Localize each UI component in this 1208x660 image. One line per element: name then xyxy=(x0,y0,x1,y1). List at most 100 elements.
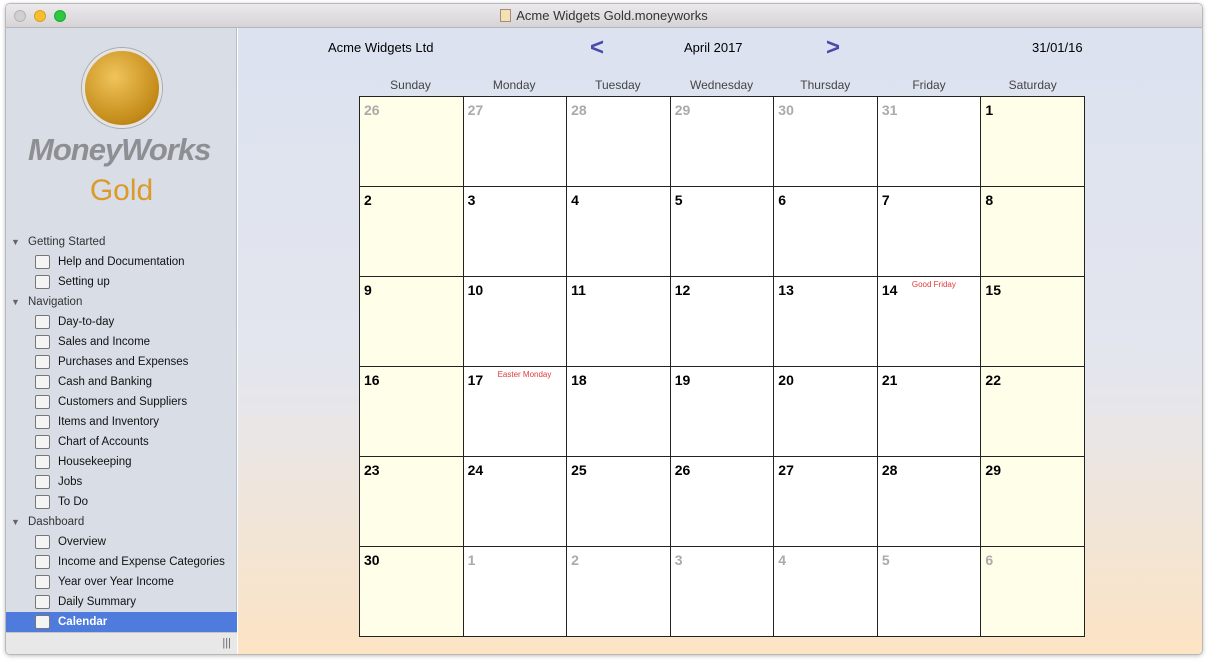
section-dashboard[interactable]: ▼ Dashboard xyxy=(6,512,237,532)
calendar-day-cell[interactable]: 27 xyxy=(463,97,567,186)
calendar-day-cell[interactable]: 12 xyxy=(670,277,774,366)
previous-month-button[interactable]: < xyxy=(590,34,604,62)
calendar-day-cell[interactable]: 24 xyxy=(463,457,567,546)
logo-brand: MoneyWorks xyxy=(28,132,211,167)
calendar-day-cell[interactable]: 28 xyxy=(877,457,981,546)
sidebar-item-label: Setting up xyxy=(58,276,110,288)
calendar-day-cell[interactable]: 5 xyxy=(670,187,774,276)
calendar-day-cell[interactable]: 21 xyxy=(877,367,981,456)
day-number: 27 xyxy=(778,462,794,478)
calendar-day-cell[interactable]: 15 xyxy=(981,277,1084,366)
sidebar-item-overview[interactable]: Overview xyxy=(6,532,237,552)
calendar-day-cell[interactable]: 30 xyxy=(774,97,877,186)
section-navigation[interactable]: ▼ Navigation xyxy=(6,292,237,312)
disclosure-triangle-icon[interactable]: ▼ xyxy=(11,512,20,532)
sidebar-resize-handle[interactable]: ||| xyxy=(6,632,237,654)
sidebar-item-label: Items and Inventory xyxy=(58,416,159,428)
sidebar-item-daily-summary[interactable]: Daily Summary xyxy=(6,592,237,612)
sidebar-item-year-over-year-income[interactable]: Year over Year Income xyxy=(6,572,237,592)
logo-edition: Gold xyxy=(89,174,154,207)
day-number: 2 xyxy=(571,552,579,568)
zoom-button[interactable] xyxy=(54,10,66,22)
chart-icon xyxy=(35,555,50,569)
sidebar-item-calendar[interactable]: Calendar xyxy=(6,612,237,632)
minimize-button[interactable] xyxy=(34,10,46,22)
day-number: 29 xyxy=(674,102,691,118)
close-button[interactable] xyxy=(14,10,26,22)
calendar-day-cell[interactable]: 25 xyxy=(567,457,670,546)
calendar-day-cell[interactable]: 6 xyxy=(981,547,1084,636)
calendar-view: Acme Widgets Ltd < April 2017 > 31/01/16… xyxy=(238,28,1202,654)
calendar-day-cell[interactable]: 8 xyxy=(981,187,1084,276)
disclosure-triangle-icon[interactable]: ▼ xyxy=(11,292,20,312)
next-month-button[interactable]: > xyxy=(826,34,840,62)
sidebar-item-income-and-expense-categories[interactable]: Income and Expense Categories xyxy=(6,552,237,572)
day-number: 16 xyxy=(364,372,380,388)
disclosure-triangle-icon[interactable]: ▼ xyxy=(11,232,20,252)
calendar-day-cell[interactable]: 22 xyxy=(981,367,1084,456)
sidebar-item-customers-and-suppliers[interactable]: Customers and Suppliers xyxy=(6,392,237,412)
calendar-day-cell[interactable]: 3 xyxy=(670,547,774,636)
calendar-day-cell[interactable]: 29 xyxy=(981,457,1084,546)
calendar-day-cell[interactable]: 14 Good Friday xyxy=(877,277,981,366)
sidebar: MoneyWorks Gold ▼ Getting Started Help and… xyxy=(6,28,237,654)
calendar-day-cell[interactable]: 6 xyxy=(774,187,877,276)
calendar-day-cell[interactable]: 4 xyxy=(567,187,670,276)
sidebar-item-jobs[interactable]: Jobs xyxy=(6,472,237,492)
calendar-day-cell[interactable]: 10 xyxy=(463,277,567,366)
day-number: 19 xyxy=(674,372,691,388)
calendar-day-cell[interactable]: 23 xyxy=(360,457,463,546)
calendar-day-cell[interactable]: 11 xyxy=(567,277,670,366)
sidebar-item-setting-up[interactable]: Setting up xyxy=(6,272,237,292)
sidebar-item-sales-and-income[interactable]: Sales and Income xyxy=(6,332,237,352)
calendar-day-cell[interactable]: 1 xyxy=(981,97,1084,186)
section-label: Navigation xyxy=(28,296,83,308)
calendar-day-cell[interactable]: 29 xyxy=(670,97,774,186)
day-header: Tuesday xyxy=(595,78,641,92)
sidebar-item-items-and-inventory[interactable]: Items and Inventory xyxy=(6,412,237,432)
calendar-day-cell[interactable]: 2 xyxy=(567,547,670,636)
sidebar-item-chart-of-accounts[interactable]: Chart of Accounts xyxy=(6,432,237,452)
calendar-day-cell[interactable]: 30 xyxy=(360,547,463,636)
day-number: 23 xyxy=(364,462,380,478)
calendar-day-cell[interactable]: 4 xyxy=(774,547,877,636)
document-icon xyxy=(500,9,512,22)
calendar-day-cell[interactable]: 7 xyxy=(877,187,981,276)
calendar-day-cell[interactable]: 20 xyxy=(774,367,877,456)
calendar-day-cell[interactable]: 26 xyxy=(670,457,774,546)
calendar-day-cell[interactable]: 5 xyxy=(877,547,981,636)
day-number: 21 xyxy=(881,372,898,388)
calendar-day-cell[interactable]: 13 xyxy=(774,277,877,366)
day-number: 12 xyxy=(674,282,691,298)
day-number: 22 xyxy=(985,372,1001,388)
info-icon xyxy=(35,255,50,269)
calendar-day-cell[interactable]: 18 xyxy=(567,367,670,456)
title-bar: Acme Widgets Gold.moneyworks xyxy=(6,4,1202,28)
sidebar-item-housekeeping[interactable]: Housekeeping xyxy=(6,452,237,472)
sidebar-item-day-to-day[interactable]: Day-to-day xyxy=(6,312,237,332)
sidebar-item-label: Daily Summary xyxy=(58,596,136,608)
calendar-day-cell[interactable]: 9 xyxy=(360,277,463,366)
section-getting-started[interactable]: ▼ Getting Started xyxy=(6,232,237,252)
calendar-day-cell[interactable]: 31 xyxy=(877,97,981,186)
calendar-day-cell[interactable]: 17 Easter Monday xyxy=(463,367,567,456)
calendar-day-cell[interactable]: 3 xyxy=(463,187,567,276)
day-number: 8 xyxy=(985,192,994,208)
calendar-day-cell[interactable]: 19 xyxy=(670,367,774,456)
day-number: 5 xyxy=(881,552,890,568)
section-label: Getting Started xyxy=(28,236,106,248)
calendar-day-cell[interactable]: 28 xyxy=(567,97,670,186)
calendar-day-cell[interactable]: 1 xyxy=(463,547,567,636)
calendar-day-cell[interactable]: 26 xyxy=(360,97,463,186)
sidebar-item-purchases-and-expenses[interactable]: Purchases and Expenses xyxy=(6,352,237,372)
day-number: 28 xyxy=(881,462,898,478)
sidebar-item-help-and-documentation[interactable]: Help and Documentation xyxy=(6,252,237,272)
sidebar-item-cash-and-banking[interactable]: Cash and Banking xyxy=(6,372,237,392)
holiday-label: Good Friday xyxy=(911,280,956,289)
sidebar-item-label: Housekeeping xyxy=(58,456,132,468)
calendar-day-cell[interactable]: 16 xyxy=(360,367,463,456)
calendar-day-cell[interactable]: 2 xyxy=(360,187,463,276)
sidebar-item-label: Calendar xyxy=(58,616,108,628)
calendar-day-cell[interactable]: 27 xyxy=(774,457,877,546)
sidebar-item-to-do[interactable]: To Do xyxy=(6,492,237,512)
